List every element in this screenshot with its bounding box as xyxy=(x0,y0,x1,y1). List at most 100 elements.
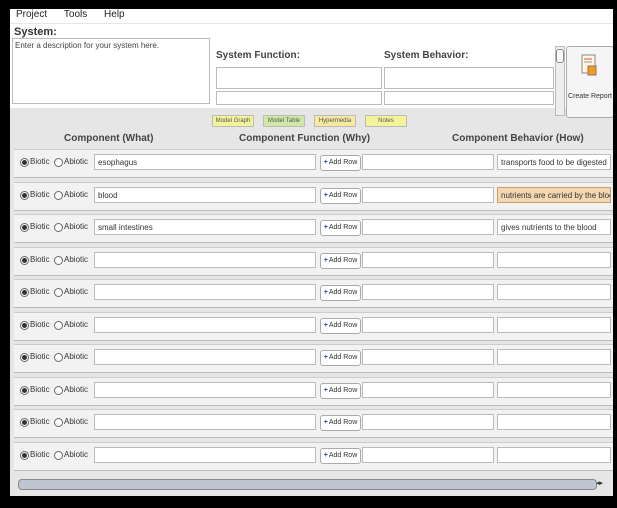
system-behavior-field-1[interactable] xyxy=(384,67,554,89)
system-scrollbar[interactable] xyxy=(555,46,565,116)
biotic-radio[interactable] xyxy=(20,190,29,200)
function-field[interactable] xyxy=(362,316,494,333)
behavior-field[interactable] xyxy=(497,316,611,333)
create-report-button[interactable]: Create Report xyxy=(566,46,613,118)
function-field[interactable] xyxy=(362,446,494,463)
behavior-field[interactable] xyxy=(497,349,611,365)
abiotic-radio[interactable] xyxy=(54,158,63,167)
menu-help[interactable]: Help xyxy=(104,9,125,20)
biotic-radio[interactable] xyxy=(20,320,29,330)
behavior-field[interactable] xyxy=(497,284,611,300)
behavior-field[interactable] xyxy=(497,251,611,268)
function-field[interactable] xyxy=(362,284,494,300)
add-row-button[interactable]: +Add Row xyxy=(320,382,361,399)
component-field[interactable]: esophagus xyxy=(94,154,316,170)
biotic-radio[interactable] xyxy=(20,288,29,297)
function-field[interactable] xyxy=(362,251,494,268)
component-field[interactable] xyxy=(94,251,316,268)
abiotic-radio[interactable] xyxy=(54,223,63,232)
behavior-field[interactable] xyxy=(497,381,611,398)
abiotic-label: Abiotic xyxy=(64,384,89,394)
plus-icon: + xyxy=(323,289,328,296)
system-behavior-field-2[interactable] xyxy=(384,91,554,105)
scroll-arrows-icon[interactable]: ◂▸ xyxy=(596,479,610,488)
abiotic-radio[interactable] xyxy=(54,320,63,330)
behavior-field[interactable] xyxy=(497,446,611,463)
plus-icon: + xyxy=(323,419,328,426)
abiotic-label: Abiotic xyxy=(64,417,89,426)
system-function-label: System Function: xyxy=(216,50,300,61)
biotic-radio[interactable] xyxy=(20,353,29,362)
biotic-label: Biotic xyxy=(30,189,50,199)
component-field[interactable] xyxy=(94,349,316,365)
table-row: Biotic Abiotic +Add Row xyxy=(14,376,613,406)
add-row-button[interactable]: +Add Row xyxy=(320,415,361,431)
table-row: Biotic Abiotic +Add Row xyxy=(14,246,613,276)
add-row-button[interactable]: +Add Row xyxy=(320,252,361,269)
component-field[interactable] xyxy=(94,414,316,430)
add-row-button[interactable]: +Add Row xyxy=(320,187,361,204)
view-tabs: Model Graph Model Table Hypermedia Notes xyxy=(212,115,416,127)
tab-model-table[interactable]: Model Table xyxy=(263,115,305,127)
biotic-radio[interactable] xyxy=(20,450,29,460)
abiotic-radio[interactable] xyxy=(54,385,63,395)
menu-tools[interactable]: Tools xyxy=(64,9,87,20)
component-field[interactable]: blood xyxy=(94,186,316,203)
biotic-radio[interactable] xyxy=(20,158,29,167)
behavior-field[interactable] xyxy=(497,414,611,430)
table-row: Biotic Abiotic +Add Row xyxy=(14,344,613,373)
biotic-radio[interactable] xyxy=(20,385,29,395)
col-header-why: Component Function (Why) xyxy=(239,133,371,144)
abiotic-radio[interactable] xyxy=(54,190,63,200)
add-row-button[interactable]: +Add Row xyxy=(320,285,361,301)
component-field[interactable] xyxy=(94,284,316,300)
component-field[interactable]: small intestines xyxy=(94,219,316,235)
plus-icon: + xyxy=(323,451,328,459)
tab-model-graph[interactable]: Model Graph xyxy=(212,115,254,127)
tab-notes[interactable]: Notes xyxy=(365,115,407,127)
component-field[interactable] xyxy=(94,381,316,398)
system-function-field-1[interactable] xyxy=(216,67,382,89)
add-row-label: Add Row xyxy=(328,354,358,361)
abiotic-radio[interactable] xyxy=(54,450,63,460)
plus-icon: + xyxy=(323,256,328,264)
component-field[interactable] xyxy=(94,316,316,333)
horizontal-scrollbar[interactable] xyxy=(18,479,597,490)
function-field[interactable] xyxy=(362,381,494,398)
function-field[interactable] xyxy=(362,154,494,170)
behavior-field[interactable]: transports food to be digested xyxy=(497,154,611,170)
menu-project[interactable]: Project xyxy=(16,9,47,20)
biotic-radio[interactable] xyxy=(20,223,29,232)
behavior-field[interactable]: nutrients are carried by the blood xyxy=(497,186,611,203)
function-field[interactable] xyxy=(362,186,494,203)
add-row-button[interactable]: +Add Row xyxy=(320,447,361,464)
abiotic-radio[interactable] xyxy=(54,418,63,427)
tab-hypermedia[interactable]: Hypermedia xyxy=(314,115,356,127)
system-function-field-2[interactable] xyxy=(216,91,382,105)
table-row: Biotic Abiotic small intestines +Add Row… xyxy=(14,214,613,243)
function-field[interactable] xyxy=(362,414,494,430)
add-row-button[interactable]: +Add Row xyxy=(320,317,361,334)
behavior-field[interactable]: gives nutrients to the blood xyxy=(497,219,611,235)
add-row-label: Add Row xyxy=(328,451,358,459)
abiotic-radio[interactable] xyxy=(54,353,63,362)
report-icon xyxy=(581,54,597,76)
abiotic-label: Abiotic xyxy=(64,222,89,231)
menu-bar: Project Tools Help xyxy=(10,9,613,23)
system-description-field[interactable]: Enter a description for your system here… xyxy=(12,38,210,104)
component-field[interactable] xyxy=(94,446,316,463)
abiotic-radio[interactable] xyxy=(54,255,63,265)
abiotic-label: Abiotic xyxy=(64,319,89,329)
biotic-radio[interactable] xyxy=(20,418,29,427)
add-row-button[interactable]: +Add Row xyxy=(320,155,361,171)
table-row: Biotic Abiotic esophagus +Add Row transp… xyxy=(14,149,613,178)
add-row-label: Add Row xyxy=(328,224,358,231)
scroll-thumb[interactable] xyxy=(556,49,564,63)
abiotic-radio[interactable] xyxy=(54,288,63,297)
add-row-button[interactable]: +Add Row xyxy=(320,350,361,366)
biotic-radio[interactable] xyxy=(20,255,29,265)
table-row: Biotic Abiotic +Add Row xyxy=(14,441,613,471)
function-field[interactable] xyxy=(362,349,494,365)
add-row-button[interactable]: +Add Row xyxy=(320,220,361,236)
function-field[interactable] xyxy=(362,219,494,235)
